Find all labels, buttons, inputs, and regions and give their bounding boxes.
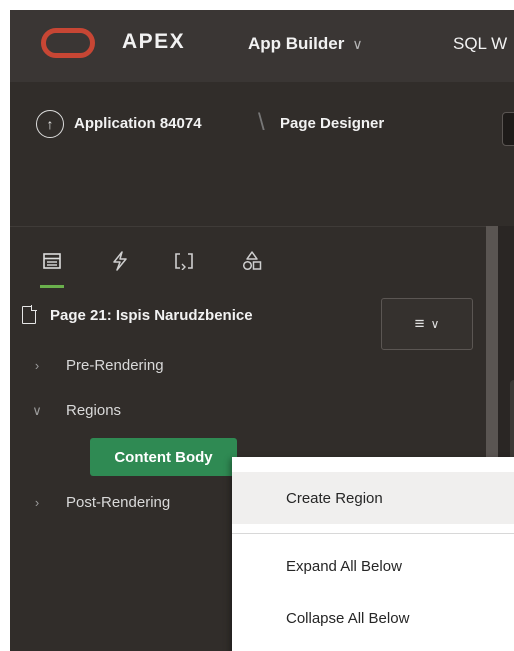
menu-item-expand-all-below[interactable]: Expand All Below [232,540,514,592]
breadcrumb-page-designer: Page Designer [280,115,385,132]
dynamic-actions-icon [113,251,127,271]
breadcrumb-application[interactable]: Application 84074 [74,115,202,132]
processing-icon [175,253,193,270]
hamburger-icon: ≡ [414,314,425,333]
tree-node-content-body[interactable]: Content Body [90,438,237,476]
tree-item-label: Pre-Rendering [66,357,164,374]
chevron-down-icon: ∨ [430,317,440,331]
context-menu: Create Region Expand All Below Collapse … [232,457,514,651]
oracle-logo-icon[interactable] [41,28,95,58]
tab-processing[interactable] [170,246,198,276]
breadcrumb-separator: \ [258,109,265,136]
tree-item-regions[interactable]: ∨ Regions [30,402,121,419]
rendering-icon [43,253,61,269]
app-builder-label: App Builder [248,34,345,53]
menu-item-create-region[interactable]: Create Region [232,472,514,524]
apex-window: APEX App Builder ∨ SQL W ↑ Application 8… [10,10,514,651]
top-navigation-bar: APEX App Builder ∨ SQL W [10,10,514,82]
chevron-right-icon[interactable]: › [30,495,44,510]
tab-rendering[interactable] [38,246,66,288]
app-builder-menu[interactable]: App Builder ∨ [248,34,363,54]
page-icon [22,305,37,324]
menu-item-collapse-all-below[interactable]: Collapse All Below [232,592,514,644]
tree-menu-button[interactable]: ≡ ∨ [381,298,473,350]
menu-separator [232,533,514,534]
tree-item-post-rendering[interactable]: › Post-Rendering [30,494,170,511]
up-arrow-icon[interactable]: ↑ [36,110,64,138]
tree-tabs [10,226,486,300]
chevron-down-icon[interactable]: ∨ [30,403,44,419]
breadcrumb-bar: ↑ Application 84074 \ Page Designer [10,82,514,227]
chevron-down-icon: ∨ [352,35,363,52]
tree-root-page[interactable]: Page 21: Ispis Narudzbenice [22,305,253,324]
chevron-right-icon[interactable]: › [30,358,44,373]
page-selector-input[interactable] [502,112,514,146]
tree-root-label: Page 21: Ispis Narudzbenice [50,306,253,324]
sql-workshop-menu[interactable]: SQL W [453,34,507,54]
tree-item-label: Post-Rendering [66,494,171,511]
shared-components-icon [242,251,262,271]
apex-brand[interactable]: APEX [122,30,185,54]
tree-item-pre-rendering[interactable]: › Pre-Rendering [30,357,164,374]
tree-item-label: Regions [66,402,122,419]
tab-shared-components[interactable] [238,246,266,276]
tab-dynamic-actions[interactable] [106,246,134,276]
